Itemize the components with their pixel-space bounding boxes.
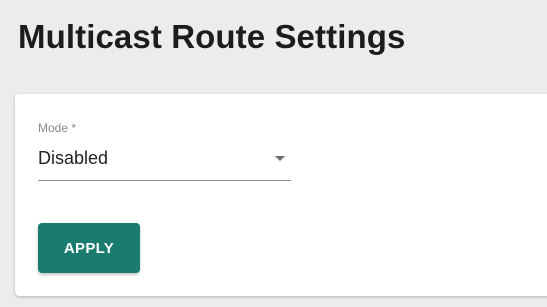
mode-select[interactable]: Mode * Disabled (38, 118, 291, 181)
settings-card: Mode * Disabled APPLY (15, 94, 547, 296)
dropdown-arrow-icon[interactable] (275, 156, 285, 161)
mode-underline (38, 180, 291, 181)
page: { "header": { "title": "Multicast Route … (0, 0, 547, 307)
page-title: Multicast Route Settings (18, 18, 406, 55)
mode-value: Disabled (38, 148, 109, 168)
mode-label: Mode * (38, 121, 77, 135)
apply-button[interactable]: APPLY (38, 223, 140, 273)
